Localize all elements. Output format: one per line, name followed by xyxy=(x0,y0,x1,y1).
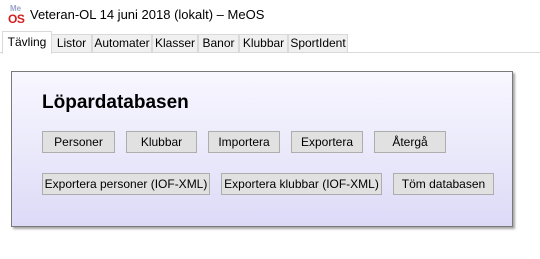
tab-klasser[interactable]: Klasser xyxy=(152,34,198,52)
title-bar: Me OS Veteran-OL 14 juni 2018 (lokalt) –… xyxy=(0,0,540,32)
window-title: Veteran-OL 14 juni 2018 (lokalt) – MeOS xyxy=(30,7,265,22)
personer-button[interactable]: Personer xyxy=(42,131,115,153)
exportera-button[interactable]: Exportera xyxy=(291,131,363,153)
tab-sportident[interactable]: SportIdent xyxy=(288,34,348,52)
tab-automater[interactable]: Automater xyxy=(92,34,152,52)
export-clubs-iofxml-button[interactable]: Exportera klubbar (IOF-XML) xyxy=(221,173,382,195)
meos-logo-icon: Me OS xyxy=(8,5,26,26)
importera-button[interactable]: Importera xyxy=(208,131,280,153)
export-persons-iofxml-button[interactable]: Exportera personer (IOF-XML) xyxy=(42,173,210,195)
tab-listor[interactable]: Listor xyxy=(51,34,92,52)
tab-banor[interactable]: Banor xyxy=(198,34,239,52)
tab-klubbar[interactable]: Klubbar xyxy=(239,34,288,52)
logo-os-text: OS xyxy=(8,12,25,26)
atergang-button[interactable]: Återgå xyxy=(374,131,446,153)
empty-database-button[interactable]: Töm databasen xyxy=(393,173,494,195)
panel-title: Löpardatabasen xyxy=(42,92,189,113)
klubbar-button[interactable]: Klubbar xyxy=(126,131,197,153)
tab-tavling[interactable]: Tävling xyxy=(2,31,52,54)
